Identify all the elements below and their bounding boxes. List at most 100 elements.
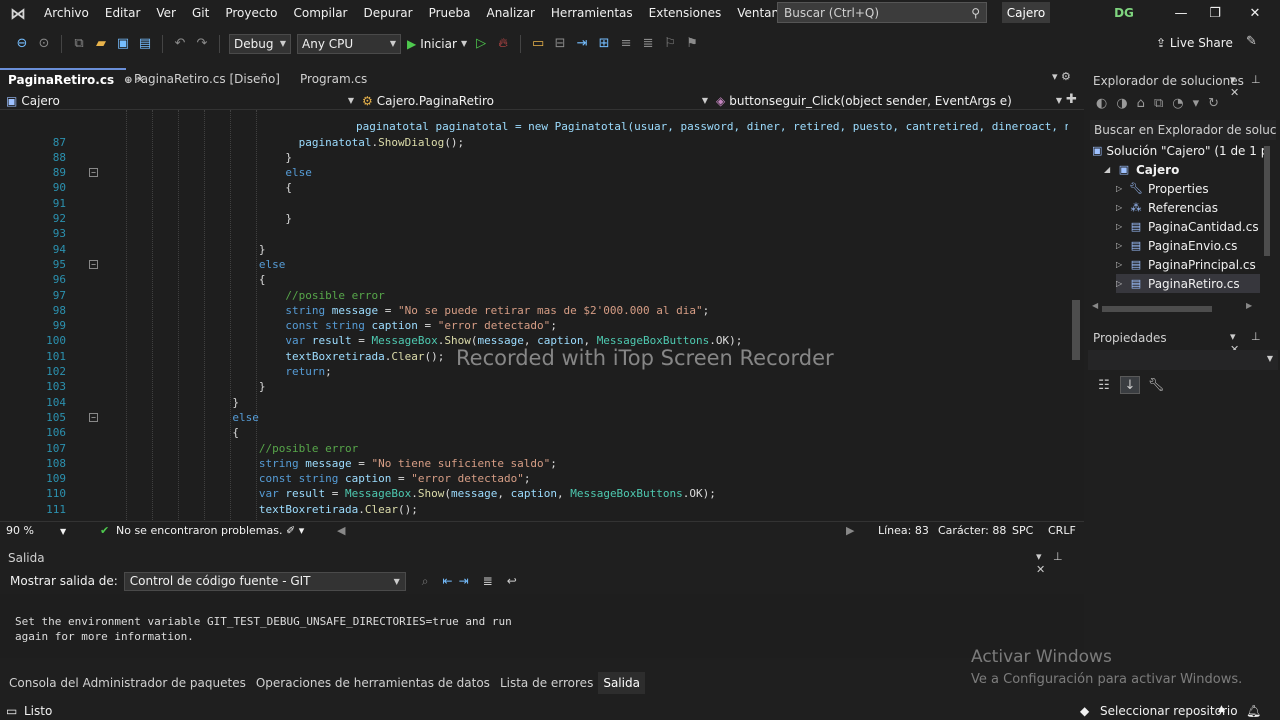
redo-icon[interactable]: ↷ bbox=[194, 36, 210, 51]
panel-window-controls[interactable]: ▾ ⊥ ✕ bbox=[1230, 73, 1280, 99]
zoom-level[interactable]: 90 % bbox=[6, 524, 34, 537]
menu-item-analizar[interactable]: Analizar bbox=[478, 0, 542, 26]
whitespace-mode[interactable]: SPC bbox=[1012, 524, 1033, 537]
step-icon[interactable]: ⇥ bbox=[574, 36, 590, 51]
class-dropdown[interactable]: ⚙ Cajero.PaginaRetiro ▼ bbox=[362, 92, 712, 109]
tree-item[interactable]: ▣ Solución "Cajero" (1 de 1 p bbox=[1092, 141, 1268, 160]
output-source-select[interactable]: Control de código fuente - GIT ▼ bbox=[123, 571, 406, 591]
tree-item[interactable]: ▷ ▤ PaginaEnvio.cs bbox=[1116, 236, 1260, 255]
expand-arrow-icon[interactable]: ▷ bbox=[1116, 279, 1128, 288]
project-dropdown[interactable]: ▣ Cajero ▼ bbox=[6, 92, 358, 109]
tree-item[interactable]: ▷ ⁂ Referencias bbox=[1116, 198, 1260, 217]
menu-item-prueba[interactable]: Prueba bbox=[421, 0, 479, 26]
menu-item-extensiones[interactable]: Extensiones bbox=[641, 0, 730, 26]
tool-tab[interactable]: Operaciones de herramientas de datos bbox=[251, 672, 495, 694]
char-indicator[interactable]: Carácter: 88 bbox=[938, 524, 1006, 537]
collapse-icon[interactable]: − bbox=[89, 259, 98, 269]
select-repository-button[interactable]: Seleccionar repositorio bbox=[1100, 704, 1238, 718]
menu-item-git[interactable]: Git bbox=[184, 0, 217, 26]
solution-explorer-horizontal-scrollbar[interactable]: ◀ ▶ bbox=[1088, 301, 1258, 315]
open-folder-icon[interactable]: ▰ bbox=[93, 36, 109, 51]
editor-vertical-scrollbar[interactable] bbox=[1068, 110, 1084, 520]
start-button[interactable]: ▶ Iniciar ▼ bbox=[407, 37, 467, 51]
problems-status[interactable]: No se encontraron problemas. bbox=[116, 524, 282, 537]
feedback-icon[interactable]: ✎ bbox=[1246, 34, 1257, 49]
scrollbar-thumb[interactable] bbox=[1102, 306, 1212, 312]
expand-arrow-icon[interactable]: ▷ bbox=[1116, 260, 1128, 269]
properties-object-select[interactable]: ▼ bbox=[1088, 350, 1278, 370]
find-message-icon[interactable]: ⌕ bbox=[422, 574, 429, 589]
bookmark-next-icon[interactable]: ⚑ bbox=[684, 36, 700, 51]
tool-tab[interactable]: Lista de errores bbox=[495, 672, 598, 694]
property-pages-icon[interactable]: 🔧︎ bbox=[1146, 376, 1166, 394]
scroll-right-icon[interactable]: ▶ bbox=[1246, 301, 1252, 310]
column-icon[interactable]: ⊞ bbox=[596, 36, 612, 51]
tab-overflow-controls[interactable]: ▾ ⚙ bbox=[1052, 70, 1071, 83]
menu-item-ver[interactable]: Ver bbox=[148, 0, 184, 26]
line-ending[interactable]: CRLF bbox=[1048, 524, 1076, 537]
solution-explorer-toolbar[interactable]: ◐◑⌂⧉◔▾↻ bbox=[1096, 96, 1228, 111]
hot-reload-icon[interactable]: 🔥︎ bbox=[495, 36, 511, 51]
minimize-icon[interactable]: — bbox=[1164, 0, 1198, 26]
collapse-icon[interactable]: − bbox=[89, 412, 98, 422]
scrollbar-thumb[interactable] bbox=[1072, 300, 1080, 360]
platform-select[interactable]: Any CPU ▼ bbox=[297, 33, 401, 54]
solution-explorer-search[interactable]: Buscar en Explorador de soluc bbox=[1090, 120, 1276, 140]
alphabetical-icon[interactable]: ↓ bbox=[1120, 376, 1140, 394]
menu-item-compilar[interactable]: Compilar bbox=[286, 0, 356, 26]
chevron-up-icon[interactable]: ▲ bbox=[1218, 704, 1225, 714]
chevron-down-icon[interactable]: ▼ bbox=[60, 527, 66, 536]
scroll-right-icon[interactable]: ▶ bbox=[846, 524, 854, 537]
live-share-button[interactable]: ⇪ Live Share bbox=[1156, 36, 1233, 50]
code-editor[interactable]: paginatotal paginatotal = new Paginatota… bbox=[0, 110, 1068, 520]
line-indicator[interactable]: Línea: 83 bbox=[878, 524, 929, 537]
configuration-select[interactable]: Debug ▼ bbox=[229, 33, 291, 54]
maximize-icon[interactable]: ❐ bbox=[1198, 0, 1232, 26]
start-without-debug-icon[interactable]: ▷ bbox=[473, 36, 489, 51]
forward-icon[interactable]: ⊙ bbox=[36, 36, 52, 51]
scroll-left-icon[interactable]: ◀ bbox=[337, 524, 345, 537]
back-icon[interactable]: ⊖ bbox=[14, 36, 30, 51]
menu-item-herramientas[interactable]: Herramientas bbox=[543, 0, 641, 26]
member-dropdown[interactable]: ◈ buttonseguir_Click(object sender, Even… bbox=[716, 92, 1066, 109]
outdent-icon[interactable]: ≣ bbox=[640, 36, 656, 51]
save-icon[interactable]: ▣ bbox=[115, 36, 131, 51]
tool-tab[interactable]: Consola del Administrador de paquetes bbox=[4, 672, 251, 694]
search-box[interactable]: Buscar (Ctrl+Q) ⚲ bbox=[777, 2, 987, 23]
expand-arrow-icon[interactable]: ▷ bbox=[1116, 241, 1128, 250]
menu-item-depurar[interactable]: Depurar bbox=[355, 0, 420, 26]
categorized-icon[interactable]: ☷ bbox=[1094, 376, 1114, 394]
new-project-icon[interactable]: ⧉ bbox=[71, 36, 87, 51]
document-tab[interactable]: PaginaRetiro.cs ⊕ ✕ bbox=[0, 68, 144, 90]
tree-item[interactable]: ▷ ▤ PaginaRetiro.cs bbox=[1116, 274, 1260, 293]
expanded-arrow-icon[interactable]: ◢ bbox=[1104, 165, 1116, 174]
indent-icon[interactable]: ≡ bbox=[618, 36, 634, 51]
tree-item[interactable]: ▷ ▤ PaginaCantidad.cs bbox=[1116, 217, 1260, 236]
menu-item-proyecto[interactable]: Proyecto bbox=[217, 0, 285, 26]
tool-tab[interactable]: Salida bbox=[598, 672, 645, 694]
word-wrap-icon[interactable]: ↩ bbox=[507, 574, 517, 588]
collapse-icon[interactable]: − bbox=[89, 168, 98, 178]
scrollbar-thumb[interactable] bbox=[1264, 146, 1270, 256]
menu-item-editar[interactable]: Editar bbox=[97, 0, 149, 26]
next-message-icon[interactable]: ⇥ bbox=[459, 574, 469, 588]
menu-item-archivo[interactable]: Archivo bbox=[36, 0, 97, 26]
split-icon[interactable]: ✚ bbox=[1066, 92, 1077, 107]
expand-arrow-icon[interactable]: ▷ bbox=[1116, 222, 1128, 231]
save-all-icon[interactable]: ▤ bbox=[137, 36, 153, 51]
browse-icon[interactable]: ▭ bbox=[530, 36, 546, 51]
tree-item[interactable]: ▷ 🔧︎ Properties bbox=[1116, 179, 1260, 198]
expand-arrow-icon[interactable]: ▷ bbox=[1116, 203, 1128, 212]
tree-item[interactable]: ◢ ▣ Cajero bbox=[1104, 160, 1260, 179]
close-icon[interactable]: ✕ bbox=[1238, 0, 1272, 26]
tree-item[interactable]: ▷ ▤ PaginaPrincipal.cs bbox=[1116, 255, 1260, 274]
scroll-left-icon[interactable]: ◀ bbox=[1092, 301, 1098, 310]
notifications-icon[interactable]: 🔔︎ bbox=[1246, 704, 1261, 718]
solution-explorer-vertical-scrollbar[interactable] bbox=[1262, 146, 1272, 306]
document-tab[interactable]: PaginaRetiro.cs [Diseño] bbox=[126, 68, 292, 90]
code-cleanup-icon[interactable]: ✐ ▾ bbox=[286, 524, 304, 537]
document-tab[interactable]: Program.cs bbox=[292, 68, 402, 90]
layout-icon[interactable]: ⊟ bbox=[552, 36, 568, 51]
clear-all-icon[interactable]: ≣ bbox=[483, 574, 493, 588]
previous-message-icon[interactable]: ⇤ bbox=[443, 574, 453, 588]
